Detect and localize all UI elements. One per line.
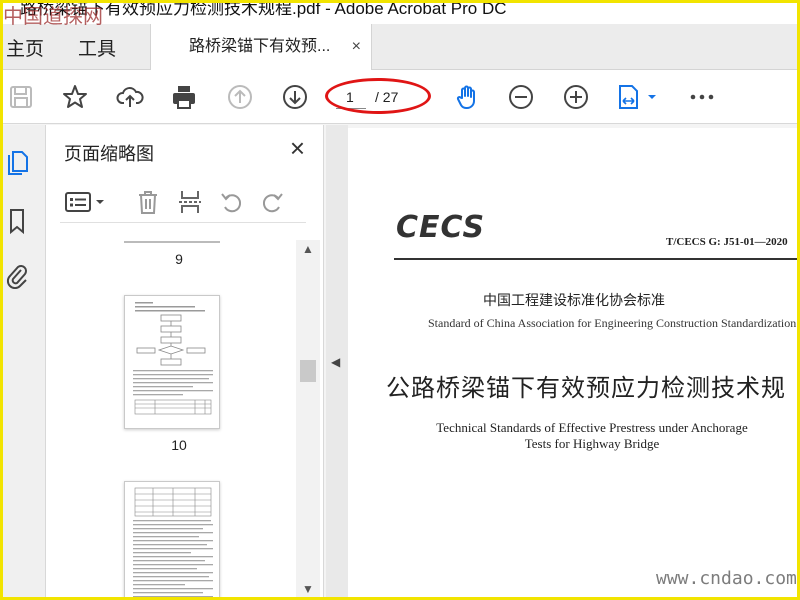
red-highlight-ellipse: [325, 78, 431, 114]
document-title-en-line-2: Tests for Highway Bridge: [524, 436, 660, 451]
main-toolbar: 1 / 27: [0, 70, 800, 124]
thumbnail-page-9[interactable]: [124, 233, 220, 243]
cecs-logo: CECS: [396, 210, 486, 245]
collapse-panel-icon[interactable]: ◀: [331, 355, 340, 369]
more-icon[interactable]: [687, 82, 717, 112]
fit-page-icon[interactable]: [616, 82, 662, 112]
close-panel-icon[interactable]: ×: [290, 133, 305, 164]
tab-home[interactable]: 主页: [6, 34, 44, 61]
close-tab-icon[interactable]: ×: [352, 24, 361, 70]
watermark-top-left: 中国道探网: [3, 4, 103, 28]
page-thumbnails-icon[interactable]: [4, 145, 30, 177]
zoom-in-icon[interactable]: [561, 82, 591, 112]
rotate-clockwise-icon[interactable]: [258, 187, 286, 217]
watermark-bottom-right: www.cndao.com: [656, 568, 797, 589]
scroll-up-icon[interactable]: ▲: [302, 242, 314, 256]
tab-tools[interactable]: 工具: [78, 34, 116, 61]
tab-bar: 主页 工具 路桥梁锚下有效预... ×: [0, 24, 800, 70]
page-down-icon[interactable]: [280, 82, 310, 112]
save-icon[interactable]: [6, 82, 36, 112]
tab-document-label: 路桥梁锚下有效预...: [189, 38, 331, 55]
thumbnail-scrollbar[interactable]: ▲ ▼: [296, 240, 320, 600]
thumbnail-list: 9 10: [60, 233, 298, 600]
association-name-en: Standard of China Association for Engine…: [428, 316, 797, 330]
association-name-cn: 中国工程建设标准化协会标准: [483, 293, 665, 309]
page-thumbnails-panel: 页面缩略图 × 9 10 ▲ ▼: [46, 125, 324, 600]
rotate-counterclockwise-icon[interactable]: [218, 187, 246, 217]
upload-icon[interactable]: [115, 82, 145, 112]
delete-icon[interactable]: [134, 187, 162, 217]
thumbnail-page-11[interactable]: [124, 481, 220, 600]
header-rule: [394, 258, 800, 260]
document-page: CECS T/CECS G: J51-01—2020 中国工程建设标准化协会标准…: [348, 128, 800, 600]
thumbnail-label: 9: [175, 251, 183, 267]
hand-icon[interactable]: [452, 82, 482, 112]
zoom-out-icon[interactable]: [506, 82, 536, 112]
bookmark-icon[interactable]: [4, 205, 30, 237]
page-up-icon[interactable]: [225, 82, 255, 112]
document-title-cn: 公路桥梁锚下有效预应力检测技术规: [386, 374, 786, 402]
thumbnail-page-10[interactable]: [124, 295, 220, 429]
panel-collapse-strip: ◀: [326, 125, 348, 600]
star-icon[interactable]: [60, 82, 90, 112]
print-icon[interactable]: [169, 82, 199, 112]
scroll-down-icon[interactable]: ▼: [302, 582, 314, 596]
panel-toolbar: [60, 183, 306, 223]
tab-document[interactable]: 路桥梁锚下有效预... ×: [150, 24, 372, 70]
extract-page-icon[interactable]: [176, 187, 204, 217]
thumbnail-label: 10: [171, 437, 187, 453]
left-nav-rail: [0, 125, 46, 600]
document-title-en-line-1: Technical Standards of Effective Prestre…: [436, 420, 748, 435]
panel-title: 页面缩略图: [64, 144, 154, 164]
scrollbar-thumb[interactable]: [300, 360, 316, 382]
attachment-icon[interactable]: [4, 259, 30, 291]
standard-code: T/CECS G: J51-01—2020: [666, 236, 788, 248]
thumbnail-options-icon[interactable]: [64, 187, 108, 217]
window-title-bar: 路桥梁锚下有效预应力检测技术规程.pdf - Adobe Acrobat Pro…: [0, 0, 800, 24]
